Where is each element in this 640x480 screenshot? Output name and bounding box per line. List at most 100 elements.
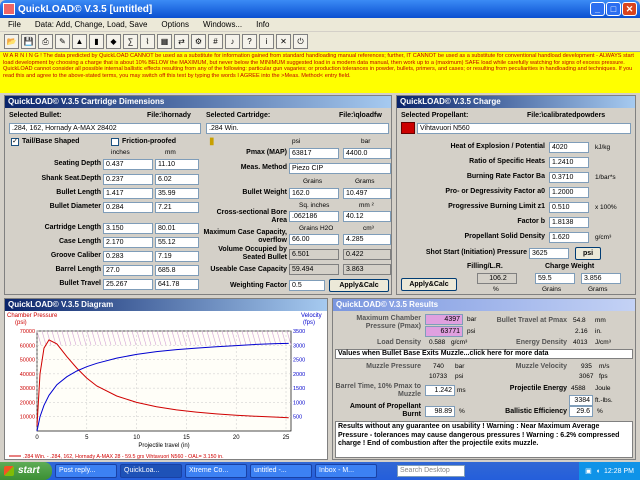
dimension-mm-input[interactable]: 80.01 <box>155 223 199 234</box>
dimension-inches-input[interactable]: 0.284 <box>103 202 153 213</box>
task-inbox[interactable]: Inbox - M... <box>315 464 377 478</box>
bullet-select[interactable]: .284, 162, Hornady A-MAX 28402 <box>9 123 201 134</box>
meas-method-input[interactable]: Piezo CIP <box>289 163 391 174</box>
search-input[interactable]: Search Desktop <box>397 465 465 477</box>
panel-title: QuickLOAD© V.3.5 Charge <box>397 96 635 108</box>
x-tick-label: 0 <box>35 435 39 441</box>
task-xtreme[interactable]: Xtreme Co... <box>185 464 247 478</box>
y2-tick-label: 2500 <box>293 358 305 364</box>
dimension-mm-input[interactable]: 11.10 <box>155 159 199 170</box>
compare-icon[interactable]: ⇄ <box>174 34 189 49</box>
close-button[interactable]: ✕ <box>622 2 637 16</box>
dimension-inches-input[interactable]: 25.267 <box>103 279 153 290</box>
menu-options[interactable]: Options <box>161 20 189 29</box>
cross-section-mm-input[interactable]: 40.12 <box>343 211 391 222</box>
weighting-factor-input[interactable]: 0.5 <box>289 280 325 291</box>
dimension-inches-input[interactable]: 0.283 <box>103 251 153 262</box>
max-pressure-psi-unit: psi <box>467 328 476 335</box>
bullet-travel-pmax-label: Bullet Travel at Pmax <box>496 317 567 324</box>
propellant-icon[interactable]: ◆ <box>106 34 121 49</box>
projectile-energy-ft-unit: ft.-lbs. <box>595 397 613 404</box>
propellant-file-label: File:\calibratedpowders <box>527 112 606 119</box>
pmax-bar-input[interactable]: 4400.0 <box>343 148 391 159</box>
pmax-label: Pmax (MAP) <box>246 149 287 156</box>
bullet-file-label: File:\hornady <box>147 112 191 119</box>
energy-density-unit: J/cm³ <box>595 339 611 346</box>
dimension-mm-input[interactable]: 7.21 <box>155 202 199 213</box>
dimension-inches-input[interactable]: 3.150 <box>103 223 153 234</box>
tail-base-checkbox[interactable]: ✓ <box>11 138 19 146</box>
dimension-inches-input[interactable]: 0.437 <box>103 159 153 170</box>
dimension-mm-input[interactable]: 35.99 <box>155 188 199 199</box>
propellant-select[interactable]: Vihtavuori N560 <box>417 123 631 134</box>
bullet-weight-grains-input[interactable]: 162.0 <box>289 188 339 199</box>
grains-unit: Grains <box>542 286 562 293</box>
muzzle-velocity-ms: 935 <box>581 363 592 370</box>
calc-icon[interactable]: ∑ <box>123 34 138 49</box>
dimension-mm-input[interactable]: 6.02 <box>155 174 199 185</box>
dimension-mm-input[interactable]: 685.8 <box>155 265 199 276</box>
minimize-button[interactable]: _ <box>590 2 605 16</box>
propellant-param-input[interactable]: 1.8138 <box>549 217 589 228</box>
bullet-icon[interactable]: ▲ <box>72 34 87 49</box>
propellant-param-input[interactable]: 1.2000 <box>549 187 589 198</box>
task-post-reply[interactable]: Post reply... <box>55 464 117 478</box>
info-icon[interactable]: i <box>259 34 274 49</box>
cross-section-in-input[interactable]: .062186 <box>289 211 339 222</box>
max-case-capacity-gr-input[interactable]: 66.00 <box>289 234 339 245</box>
help-icon[interactable]: ? <box>242 34 257 49</box>
task-untitled[interactable]: untitled -... <box>250 464 312 478</box>
pmax-psi-input[interactable]: 63817 <box>289 148 339 159</box>
settings-icon[interactable]: ⚙ <box>191 34 206 49</box>
legend-label: .284 Win. - .284, 162, Hornady A-MAX 28 … <box>23 454 224 459</box>
chart-icon[interactable]: ⌇ <box>140 34 155 49</box>
maximize-button[interactable]: □ <box>606 2 621 16</box>
open-icon[interactable]: 📂 <box>4 34 19 49</box>
muzzle-pressure-psi-unit: psi <box>455 373 464 380</box>
grid-icon[interactable]: # <box>208 34 223 49</box>
start-button[interactable]: start <box>0 462 52 480</box>
dimension-inches-input[interactable]: 2.170 <box>103 237 153 248</box>
dimension-mm-input[interactable]: 55.12 <box>155 237 199 248</box>
menu-data[interactable]: Data: Add, Change, Load, Save <box>35 20 148 29</box>
load-density-value: 0.588 <box>429 339 446 346</box>
print-icon[interactable]: ⎙ <box>38 34 53 49</box>
propellant-param-input[interactable]: 0.510 <box>549 202 589 213</box>
dimension-mm-input[interactable]: 641.78 <box>155 279 199 290</box>
edit-icon[interactable]: ✎ <box>55 34 70 49</box>
x-tick-label: 15 <box>183 435 190 441</box>
right-axis-unit: (fps) <box>303 320 315 326</box>
dimension-mm-input[interactable]: 7.19 <box>155 251 199 262</box>
left-axis-label: Chamber Pressure <box>7 313 58 319</box>
cartridge-apply-calc-button[interactable]: Apply&Calc <box>329 279 389 292</box>
menu-file[interactable]: File <box>8 20 21 29</box>
dimension-inches-input[interactable]: 1.417 <box>103 188 153 199</box>
muzzle-data-link[interactable]: Values when Bullet Base Exits Muzzle...c… <box>335 349 633 359</box>
shot-start-input[interactable]: 3625 <box>529 248 569 259</box>
shot-start-unit-button[interactable]: psi <box>575 247 601 260</box>
pressure-velocity-chart[interactable]: 0 5 10 15 20 25 10000 20000 30000 40000 50000 60000… <box>5 311 327 459</box>
menu-windows[interactable]: Windows... <box>203 20 242 29</box>
menu-info[interactable]: Info <box>256 20 269 29</box>
close-doc-icon[interactable]: ✕ <box>276 34 291 49</box>
charge-weight-grains-input[interactable]: 59.5 <box>535 273 575 284</box>
dimension-inches-input[interactable]: 27.0 <box>103 265 153 276</box>
cartridge-icon[interactable]: ▮ <box>89 34 104 49</box>
save-icon[interactable]: 💾 <box>21 34 36 49</box>
max-case-capacity-cm-input[interactable]: 4.285 <box>343 234 391 245</box>
charge-apply-calc-button[interactable]: Apply&Calc <box>401 278 457 291</box>
friction-proofed-checkbox[interactable] <box>111 138 119 146</box>
task-quickload[interactable]: QuickLoa... <box>120 464 182 478</box>
note-icon[interactable]: ♪ <box>225 34 240 49</box>
propellant-param-input[interactable]: 1.2410 <box>549 157 589 168</box>
charge-weight-grams-input[interactable]: 3.856 <box>581 273 621 284</box>
propellant-param-input[interactable]: 4020 <box>549 142 589 153</box>
propellant-param-input[interactable]: 1.620 <box>549 232 589 243</box>
volume-icon[interactable]: ◖ <box>596 468 600 475</box>
bullet-weight-grams-input[interactable]: 10.497 <box>343 188 391 199</box>
cartridge-select[interactable]: .284 Win. <box>206 123 389 134</box>
exit-icon[interactable]: ⏻ <box>293 34 308 49</box>
table-icon[interactable]: ▦ <box>157 34 172 49</box>
propellant-param-input[interactable]: 0.3710 <box>549 172 589 183</box>
dimension-inches-input[interactable]: 0.237 <box>103 174 153 185</box>
